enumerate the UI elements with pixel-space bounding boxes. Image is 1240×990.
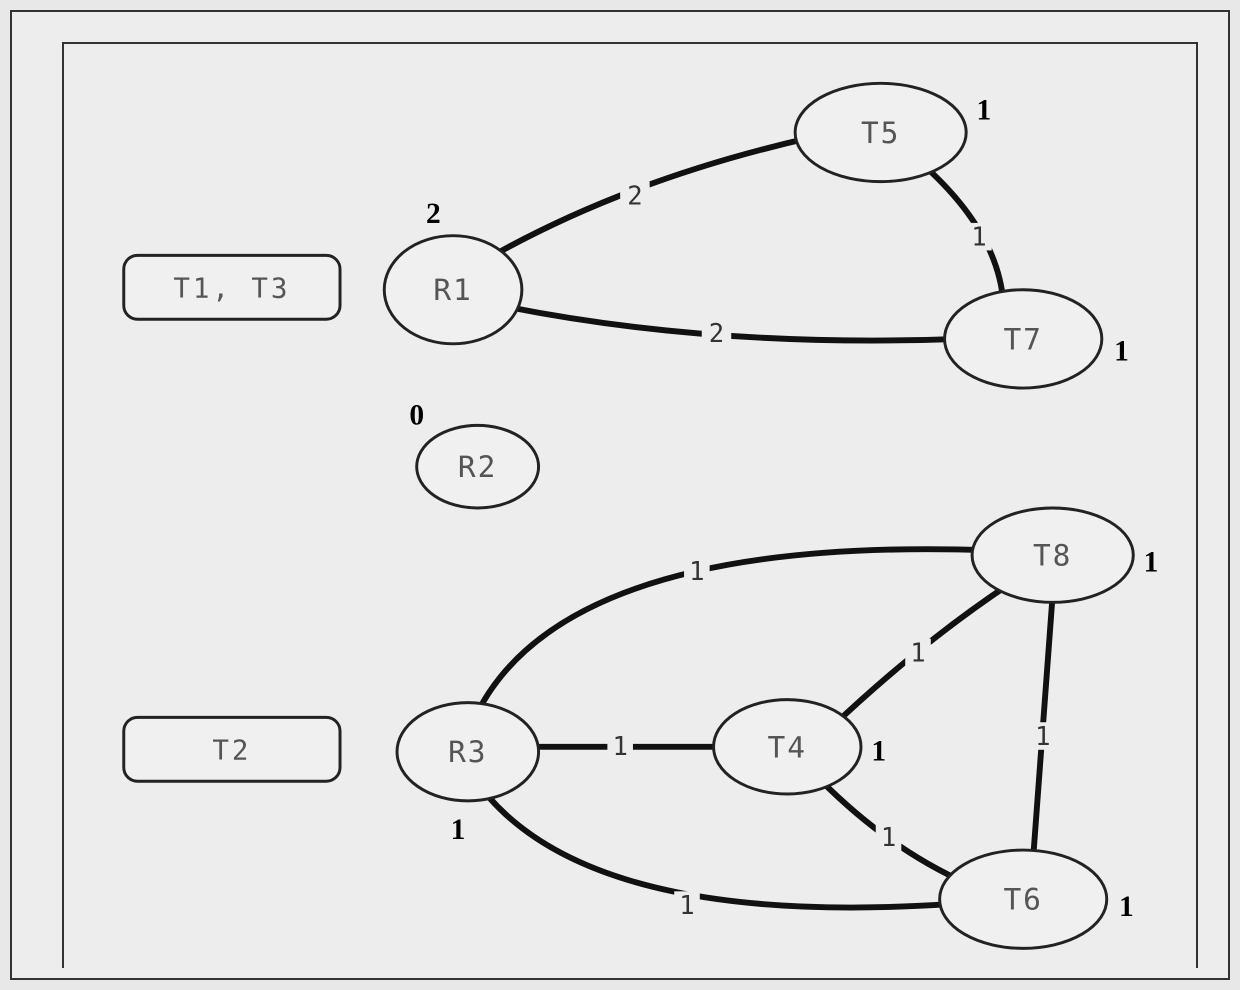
edge-weight-t5-t7: 1 bbox=[971, 223, 986, 253]
node-t8-label: T8 bbox=[1033, 539, 1072, 573]
box-top-label: T1, T3 bbox=[173, 273, 290, 305]
diagram-svg: 2 2 1 1 1 1 1 bbox=[64, 44, 1196, 968]
node-r2-label: R2 bbox=[458, 450, 497, 484]
node-t8-weight: 1 bbox=[1144, 547, 1159, 579]
edge-weight-t8-t6: 1 bbox=[1035, 722, 1050, 752]
node-r3-weight: 1 bbox=[451, 814, 466, 846]
node-t5-label: T5 bbox=[861, 116, 900, 150]
edge-weight-t4-t6: 1 bbox=[881, 823, 896, 853]
node-r2-weight: 0 bbox=[409, 399, 424, 431]
inner-frame: 2 2 1 1 1 1 1 bbox=[62, 42, 1198, 968]
node-t4-label: T4 bbox=[768, 730, 807, 764]
edge-r3-t8 bbox=[473, 549, 989, 722]
edge-weight-r3-t6: 1 bbox=[679, 891, 694, 921]
edge-weight-r3-t4: 1 bbox=[612, 732, 627, 762]
edge-weight-r3-t8: 1 bbox=[689, 557, 704, 587]
node-t5-weight: 1 bbox=[977, 95, 992, 127]
box-bottom-label: T2 bbox=[212, 735, 251, 767]
node-t6-weight: 1 bbox=[1119, 891, 1134, 923]
edge-weight-r1-t7: 2 bbox=[709, 319, 724, 349]
node-t7-weight: 1 bbox=[1114, 335, 1129, 367]
edge-weight-r1-t5: 2 bbox=[627, 181, 642, 211]
node-r3-label: R3 bbox=[448, 735, 487, 769]
node-t7-label: T7 bbox=[1003, 322, 1042, 356]
node-t6-label: T6 bbox=[1003, 883, 1042, 917]
outer-frame: 2 2 1 1 1 1 1 bbox=[10, 10, 1230, 980]
node-r1-label: R1 bbox=[433, 273, 472, 307]
node-t4-weight: 1 bbox=[871, 735, 886, 767]
node-r1-weight: 2 bbox=[426, 198, 441, 230]
edge-weight-t4-t8: 1 bbox=[910, 638, 925, 668]
